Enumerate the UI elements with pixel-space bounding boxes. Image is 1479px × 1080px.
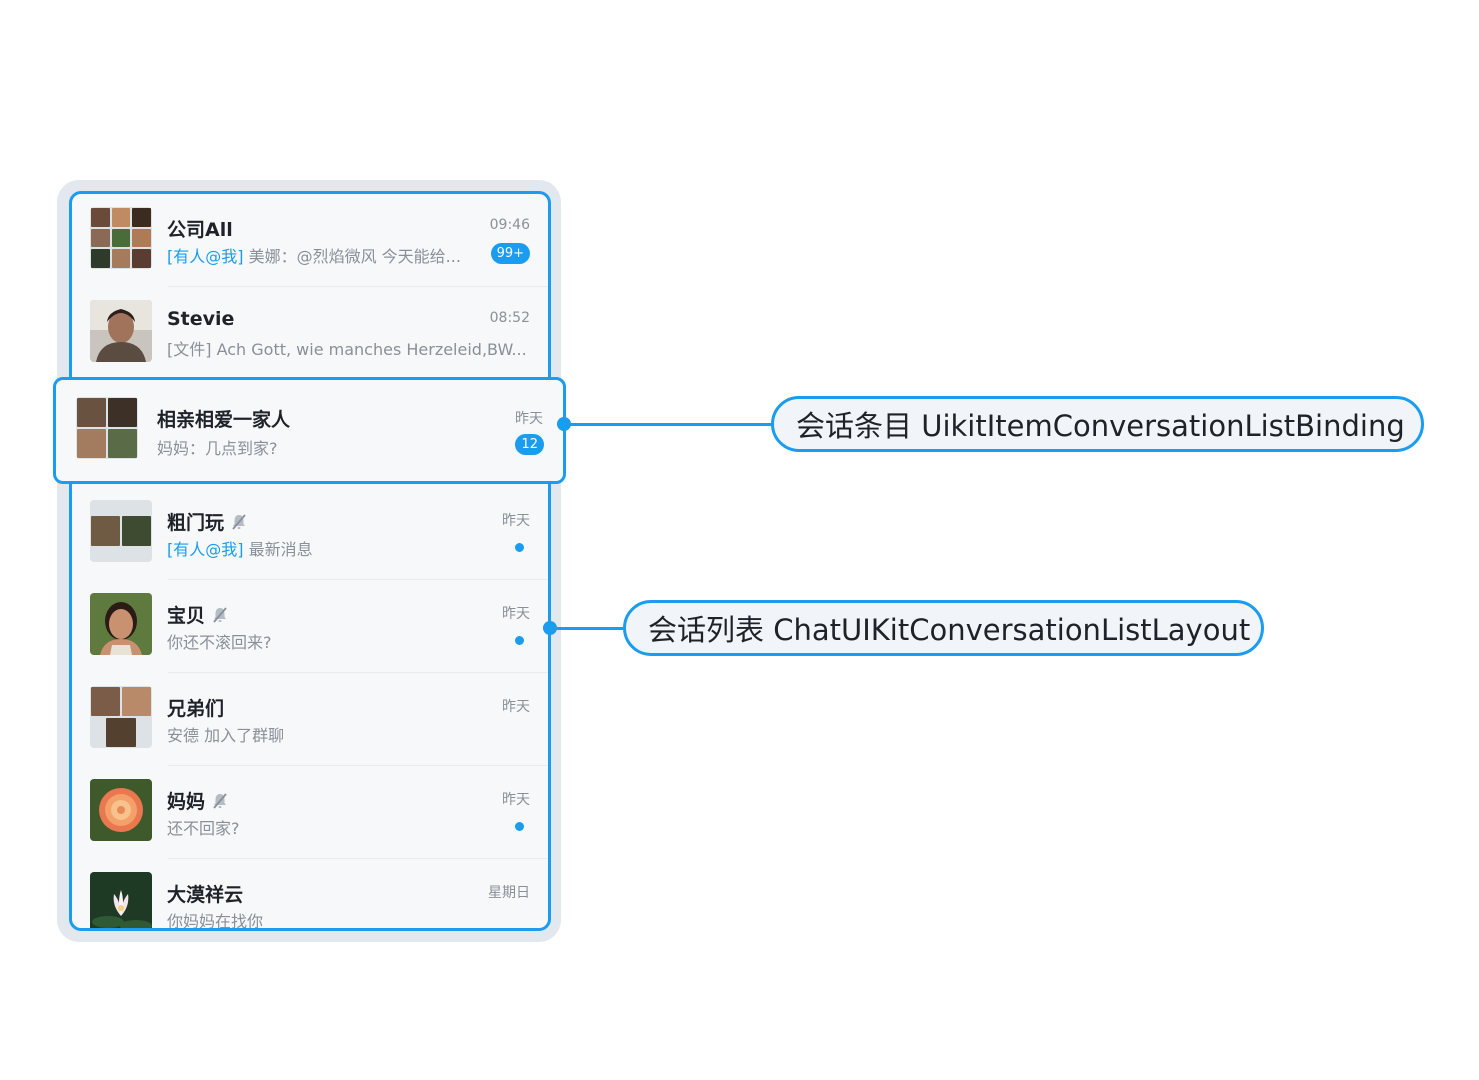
bell-off-icon [213, 792, 227, 809]
conversation-item[interactable]: 大漠祥云 星期日 你妈妈在找你 [72, 859, 548, 931]
conversation-time: 09:46 [489, 217, 530, 233]
avatar [90, 300, 152, 362]
unread-badge: 12 [515, 434, 544, 455]
conversation-preview: 安德 加入了群聊 [167, 726, 285, 745]
conversation-preview: 你还不滚回来? [167, 633, 272, 652]
mention-tag: [有人@我] [167, 540, 244, 559]
conversation-item[interactable]: Stevie 08:52 [文件] Ach Gott, wie manches … [72, 287, 548, 380]
unread-dot [515, 636, 524, 645]
conversation-name: 宝贝 [167, 601, 229, 628]
avatar [90, 593, 152, 655]
conversation-name: 相亲相爱一家人 [157, 409, 291, 431]
list-anchor-dot [543, 621, 557, 635]
conversation-list[interactable]: 公司All 09:46 [有人@我] 美娜：@烈焰微风 今天能给... 99+ … [69, 191, 551, 931]
conversation-preview: [有人@我] 美娜：@烈焰微风 今天能给... [167, 247, 461, 266]
conversation-time: 08:52 [489, 310, 530, 326]
bell-off-icon [232, 513, 246, 530]
conversation-item-highlight[interactable]: 相亲相爱一家人 昨天 妈妈：几点到家? 12 [53, 377, 566, 484]
group-avatar [90, 207, 152, 269]
conversation-name: 兄弟们 [167, 698, 225, 720]
conversation-preview: 还不回家? [167, 819, 240, 838]
conversation-name: 公司All [167, 219, 233, 241]
conversation-preview: 妈妈：几点到家? [157, 439, 278, 458]
unread-dot [515, 822, 524, 831]
conversation-time: 昨天 [502, 699, 530, 715]
conversation-preview: [文件] Ach Gott, wie manches Herzeleid,BW.… [167, 340, 527, 359]
conversation-time: 昨天 [502, 606, 530, 622]
conversation-item[interactable]: 公司All 09:46 [有人@我] 美娜：@烈焰微风 今天能给... 99+ [72, 194, 548, 287]
item-anchor-dot [557, 417, 571, 431]
conversation-item[interactable]: 兄弟们 昨天 安德 加入了群聊 [72, 673, 548, 766]
conversation-name: 大漠祥云 [167, 884, 244, 906]
conversation-time: 昨天 [502, 792, 530, 808]
conversation-time: 星期日 [488, 885, 530, 901]
group-avatar [90, 500, 152, 562]
conversation-item[interactable]: 宝贝 昨天 你还不滚回来? [72, 580, 548, 673]
group-avatar [76, 397, 138, 459]
conversation-item[interactable]: 妈妈 昨天 还不回家? [72, 766, 548, 859]
avatar [90, 872, 152, 928]
conversation-preview: [有人@我] 最新消息 [167, 540, 313, 559]
conversation-time: 昨天 [502, 513, 530, 529]
conversation-item[interactable]: 粗门玩 昨天 [有人@我] 最新消息 [72, 487, 548, 580]
conversation-time: 昨天 [515, 411, 543, 427]
avatar [90, 779, 152, 841]
list-connector-line [551, 627, 625, 630]
list-callout: 会话列表 ChatUIKitConversationListLayout [623, 600, 1264, 656]
conversation-preview: 你妈妈在找你 [167, 912, 264, 931]
conversation-name: 妈妈 [167, 787, 229, 814]
conversation-name: Stevie [167, 308, 235, 330]
item-connector-line [565, 423, 773, 426]
unread-dot [515, 543, 524, 552]
mention-tag: [有人@我] [167, 247, 244, 266]
group-avatar [90, 686, 152, 748]
item-callout: 会话条目 UikitItemConversationListBinding [771, 396, 1424, 452]
bell-off-icon [213, 606, 227, 623]
conversation-name: 粗门玩 [167, 508, 248, 535]
unread-badge: 99+ [490, 243, 530, 264]
